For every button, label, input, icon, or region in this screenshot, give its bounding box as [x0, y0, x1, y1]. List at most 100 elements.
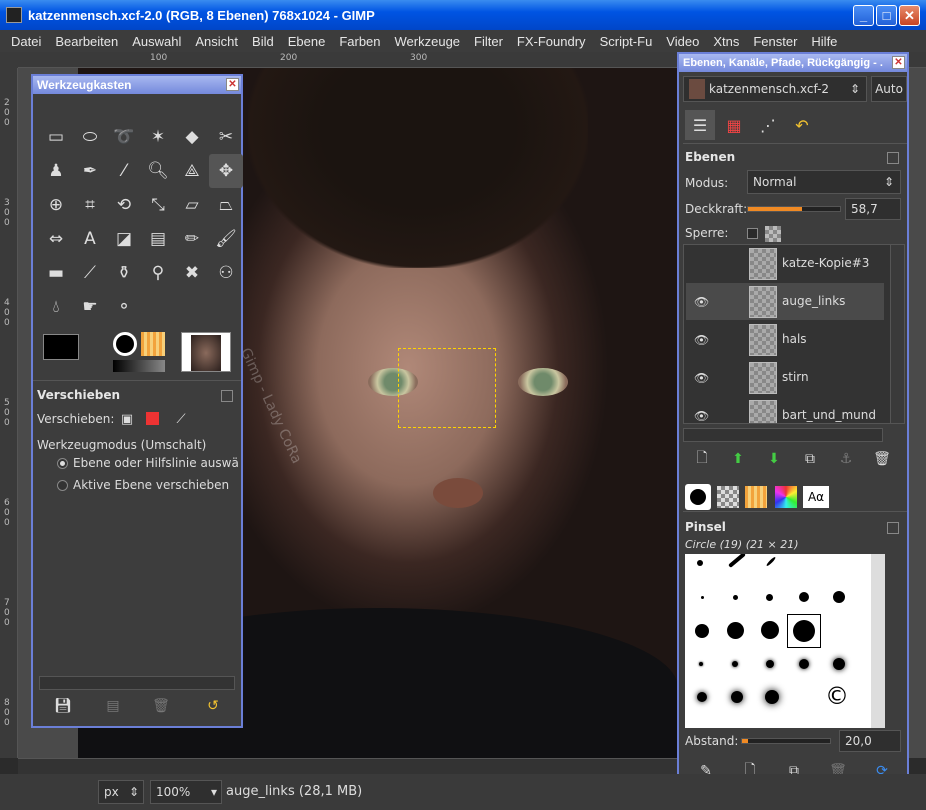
align-icon[interactable]: ⊕ — [39, 188, 73, 222]
layer-row[interactable]: 👁︎ bart_und_mund — [686, 397, 884, 423]
color-picker-icon[interactable]: ⁄ — [107, 154, 141, 188]
heal-icon[interactable]: ✖ — [175, 256, 209, 290]
scissors-icon[interactable]: ✂ — [209, 120, 243, 154]
lock-alpha-icon[interactable] — [765, 226, 781, 242]
undo-tab-icon[interactable]: ↶ — [787, 110, 817, 140]
measure-icon[interactable]: ⟁ — [175, 154, 209, 188]
zoom-select[interactable]: 100% ▾ — [150, 780, 222, 804]
brush-swatch[interactable] — [697, 692, 707, 702]
active-image-thumb[interactable] — [181, 332, 231, 372]
rotate-icon[interactable]: ⟲ — [107, 188, 141, 222]
paths-icon[interactable]: ✒ — [73, 154, 107, 188]
menu-ansicht[interactable]: Ansicht — [195, 34, 238, 49]
menu-datei[interactable]: Datei — [11, 34, 41, 49]
lasso-icon[interactable]: ➰ — [107, 120, 141, 154]
reset-icon[interactable]: ↺ — [201, 694, 225, 718]
dodge-burn-icon[interactable]: ⚬ — [107, 290, 141, 324]
brush-swatch[interactable] — [833, 591, 845, 603]
move-icon[interactable]: ✥ — [209, 154, 243, 188]
perspective-clone-icon[interactable]: ⚇ — [209, 256, 243, 290]
save-icon[interactable]: 💾︎ — [51, 694, 75, 718]
layers-tab-icon[interactable]: ☰ — [685, 110, 715, 140]
brush-swatch[interactable] — [799, 592, 809, 602]
close-icon[interactable]: ✕ — [226, 78, 239, 91]
option-pick-layer[interactable]: Ebene oder Hilfslinie auswählen — [73, 456, 239, 470]
rect-select-icon[interactable]: ▭ — [39, 120, 73, 154]
raise-layer-icon[interactable]: ⬆ — [727, 448, 749, 470]
vertical-ruler[interactable]: 200 300 400 500 600 700 800 — [0, 68, 18, 758]
eye-icon[interactable]: 👁︎ — [694, 371, 709, 385]
delete-layer-icon[interactable]: 🗑︎ — [871, 448, 893, 470]
paths-tab-icon[interactable]: ⋰ — [753, 110, 783, 140]
brush-indicator[interactable] — [113, 332, 137, 356]
spacing-slider[interactable] — [741, 738, 831, 744]
brush-swatch[interactable] — [727, 622, 744, 639]
menu-script-fu[interactable]: Script-Fu — [600, 34, 653, 49]
configure-icon[interactable] — [221, 390, 233, 402]
close-button[interactable]: ✕ — [899, 5, 920, 26]
menu-ebene[interactable]: Ebene — [288, 34, 326, 49]
layer-row[interactable]: 👁︎ hals — [686, 321, 884, 359]
horizontal-scrollbar[interactable] — [18, 758, 678, 774]
brush-swatch[interactable] — [731, 691, 743, 703]
crop-icon[interactable]: ⌗ — [73, 188, 107, 222]
mode-select[interactable]: Normal ⇕ — [747, 170, 901, 194]
brush-swatch[interactable] — [733, 595, 738, 600]
menu-bild[interactable]: Bild — [252, 34, 274, 49]
clone-icon[interactable]: ⚲ — [141, 256, 175, 290]
paintbrush-icon[interactable]: 🖌︎ — [209, 222, 243, 256]
layer-row[interactable]: katze-Kopie#3 — [686, 245, 884, 283]
scale-icon[interactable]: ⤡ — [141, 188, 175, 222]
brush-swatch[interactable] — [732, 661, 738, 667]
text-icon[interactable]: A — [73, 222, 107, 256]
brush-swatch[interactable] — [766, 660, 774, 668]
layer-hscrollbar[interactable] — [683, 428, 883, 442]
shear-icon[interactable]: ▱ — [175, 188, 209, 222]
gradient-indicator[interactable] — [113, 360, 165, 372]
layer-row-active[interactable]: 👁︎ auge_links — [686, 283, 884, 321]
options-scrollbar[interactable] — [39, 676, 235, 690]
duplicate-layer-icon[interactable]: ⧉ — [799, 448, 821, 470]
ruler-corner[interactable] — [0, 52, 18, 68]
opacity-slider[interactable] — [747, 206, 841, 212]
lower-layer-icon[interactable]: ⬇ — [763, 448, 785, 470]
brushes-tab-icon[interactable] — [685, 484, 711, 510]
menu-fenster[interactable]: Fenster — [753, 34, 797, 49]
menu-filter[interactable]: Filter — [474, 34, 503, 49]
brush-swatch[interactable] — [833, 658, 845, 670]
new-layer-icon[interactable]: 🗋︎ — [691, 448, 713, 470]
configure-icon[interactable] — [887, 152, 899, 164]
foreground-color[interactable] — [43, 334, 79, 360]
brush-swatch[interactable] — [699, 662, 703, 666]
brush-scrollbar[interactable] — [871, 554, 885, 728]
eraser-icon[interactable]: ▬ — [39, 256, 73, 290]
menu-video[interactable]: Video — [666, 34, 699, 49]
move-path-icon[interactable]: ⟋ — [171, 410, 191, 428]
eye-icon[interactable]: 👁︎ — [694, 295, 709, 309]
unit-select[interactable]: px ⇕ — [98, 780, 144, 804]
minimize-button[interactable]: _ — [853, 5, 874, 26]
airbrush-icon[interactable]: ⟋ — [73, 256, 107, 290]
eye-icon[interactable]: 👁︎ — [694, 333, 709, 347]
radio-active-layer[interactable] — [57, 480, 68, 491]
opacity-spinner[interactable]: 58,7 — [845, 198, 901, 220]
menu-fx-foundry[interactable]: FX-Foundry — [517, 34, 586, 49]
brush-swatch[interactable] — [766, 594, 773, 601]
brush-swatch[interactable] — [765, 690, 779, 704]
restore-icon[interactable]: ▤ — [101, 694, 125, 718]
move-selection-icon[interactable] — [146, 412, 159, 425]
color-select-icon[interactable]: ◆ — [175, 120, 209, 154]
close-icon[interactable]: ✕ — [892, 56, 905, 69]
menu-xtns[interactable]: Xtns — [713, 34, 739, 49]
brush-swatch[interactable] — [695, 624, 709, 638]
maximize-button[interactable]: □ — [876, 5, 897, 26]
ellipse-select-icon[interactable]: ⬭ — [73, 120, 107, 154]
selection-marquee[interactable] — [398, 348, 496, 428]
blend-icon[interactable]: ▤ — [141, 222, 175, 256]
configure-icon[interactable] — [887, 522, 899, 534]
auto-button[interactable]: Auto — [871, 76, 907, 102]
bucket-fill-icon[interactable]: ◪ — [107, 222, 141, 256]
brush-swatch[interactable] — [761, 621, 779, 639]
brush-swatch[interactable] — [697, 560, 703, 566]
brush-swatch[interactable] — [765, 556, 777, 567]
